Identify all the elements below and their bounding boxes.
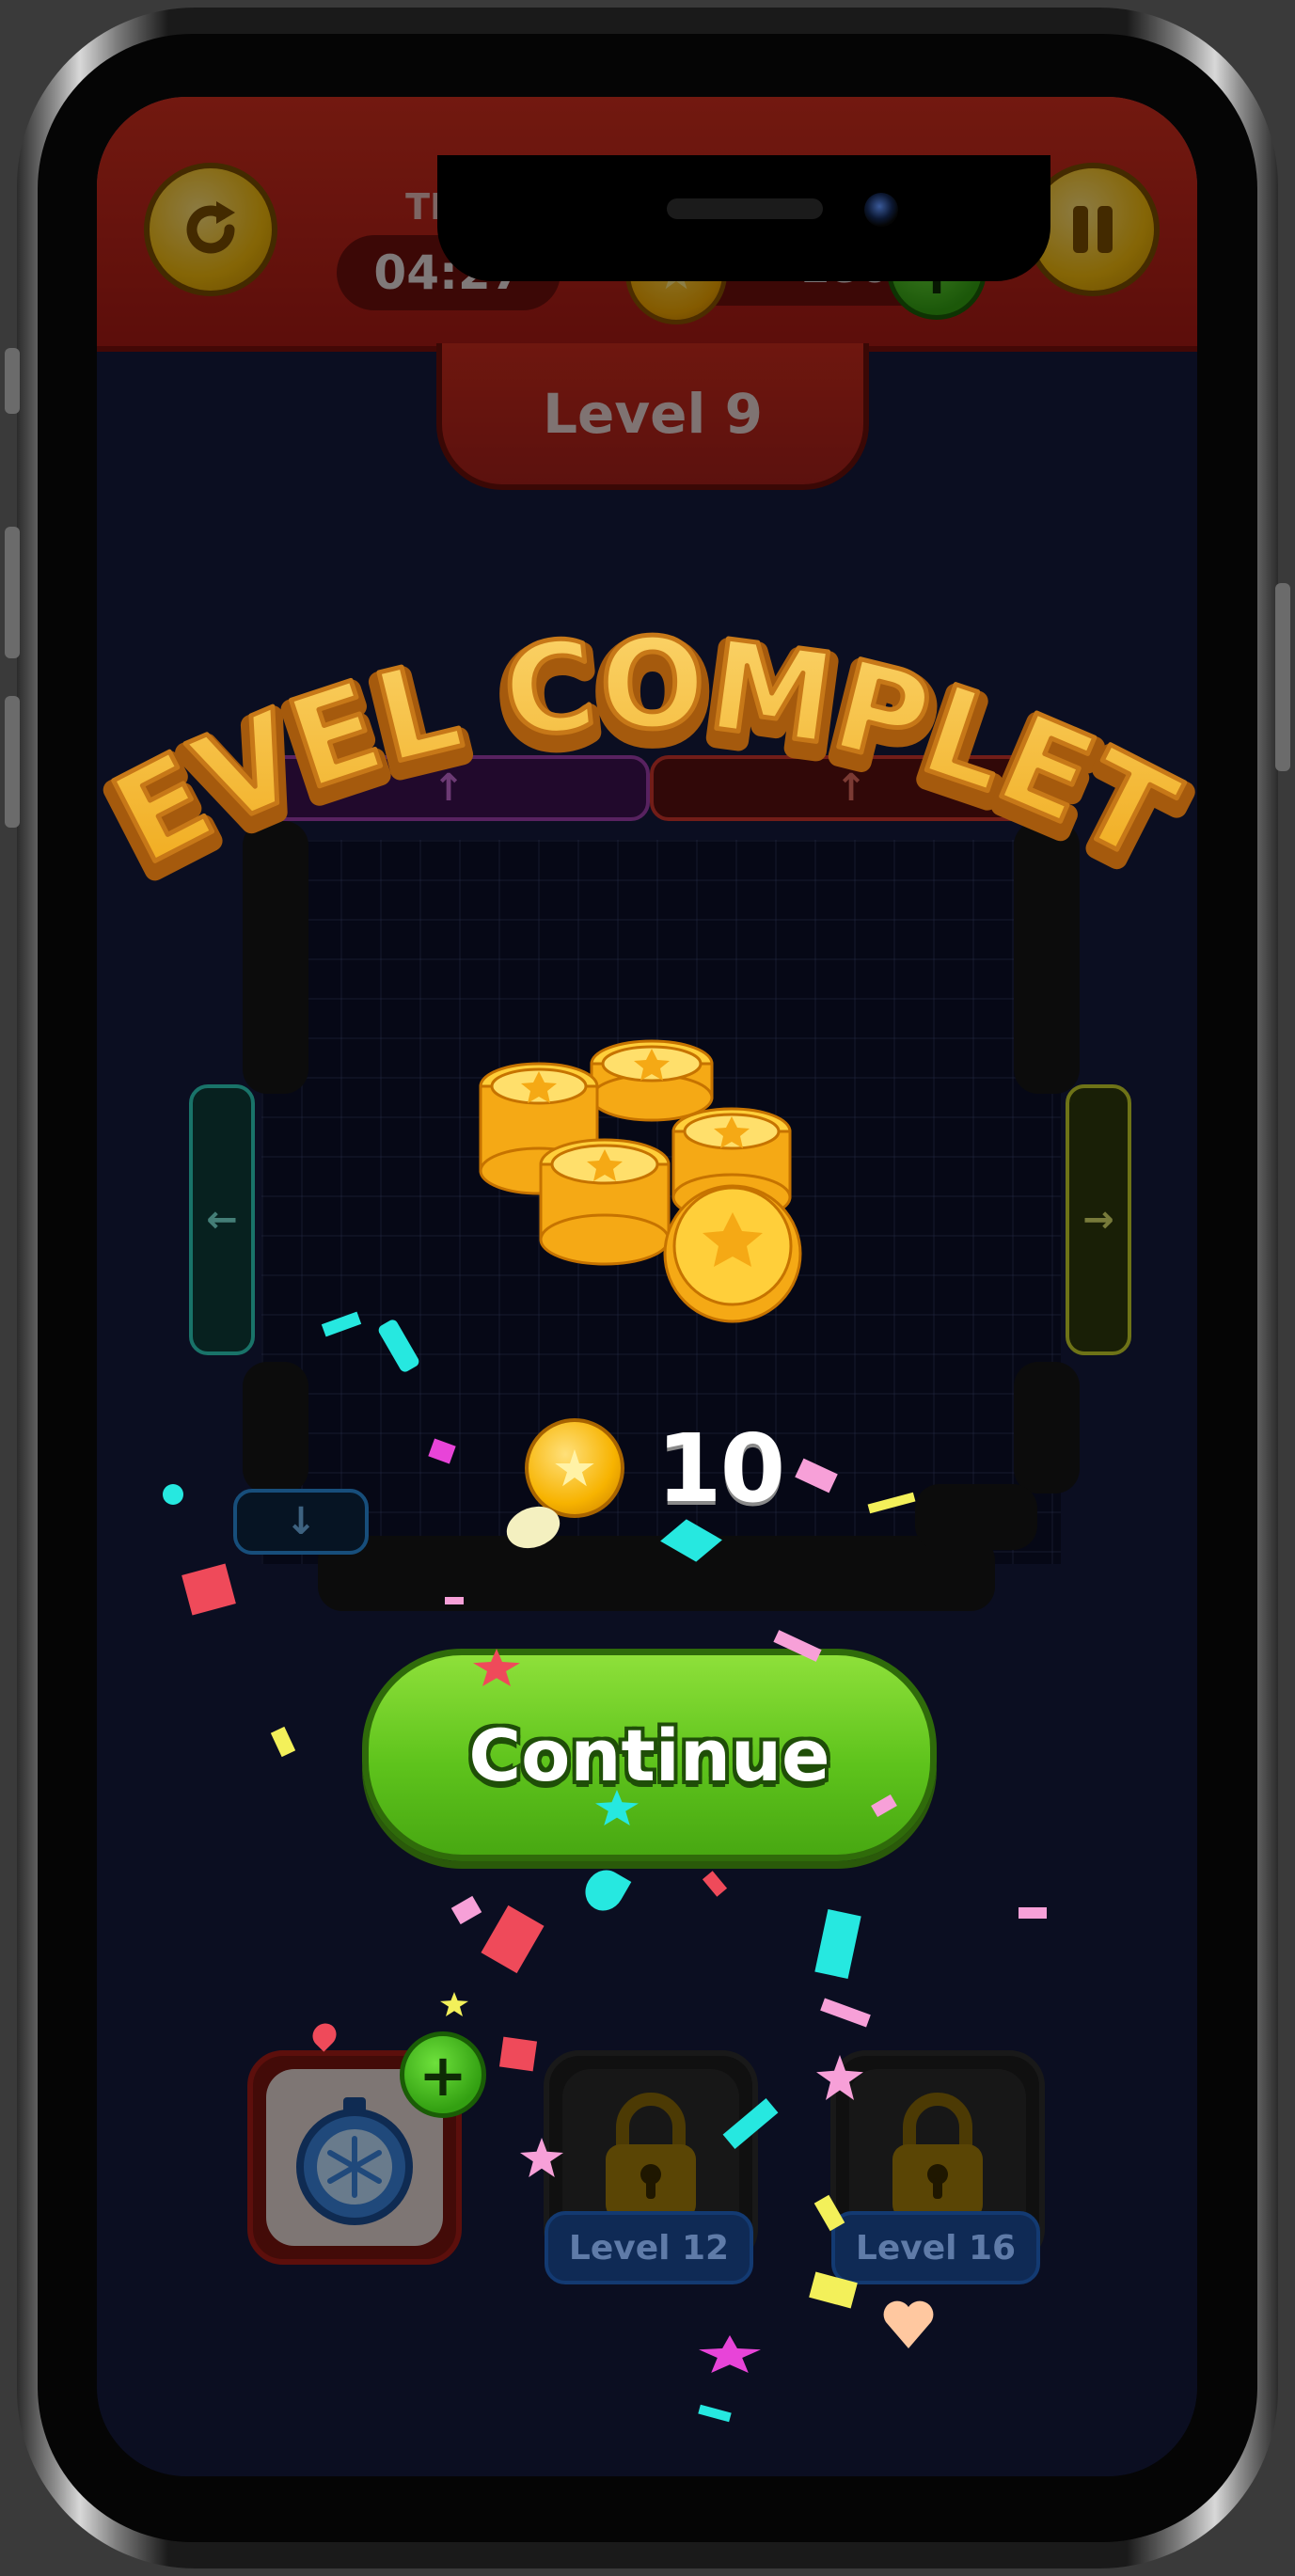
coin-pile-image [479, 1039, 802, 1323]
confetti [1019, 1907, 1047, 1919]
phone-speaker [667, 198, 823, 219]
phone-notch [437, 155, 1050, 281]
add-booster-button[interactable]: + [400, 2031, 486, 2118]
phone-volume-down [5, 696, 20, 828]
phone-silent-switch [5, 348, 20, 414]
confetti [163, 1484, 183, 1505]
level-complete-headline: LEVEL COMPLETE LEVEL COMPLETE [97, 619, 1197, 910]
game-screen: TIME 04:27 180 ★ + Level 9 ↑ ↑ ← → ↓ [97, 97, 1197, 2476]
reward-amount: 10 [656, 1414, 785, 1524]
plus-icon: + [419, 2040, 467, 2110]
phone-camera [864, 193, 898, 227]
phone-power-button [1275, 583, 1290, 771]
confetti [498, 2036, 538, 2072]
continue-button[interactable]: Continue [362, 1649, 937, 1861]
phone-volume-up [5, 527, 20, 658]
star-coin-icon: ★ [525, 1418, 624, 1518]
unlock-level-12-label: Level 12 [545, 2211, 753, 2284]
unlock-level-16-label: Level 16 [831, 2211, 1040, 2284]
confetti [445, 1597, 464, 1604]
svg-text:LEVEL COMPLETE: LEVEL COMPLETE [97, 619, 1196, 893]
continue-button-label: Continue [468, 1713, 830, 1797]
reward-row: ★ 10 [525, 1414, 807, 1524]
